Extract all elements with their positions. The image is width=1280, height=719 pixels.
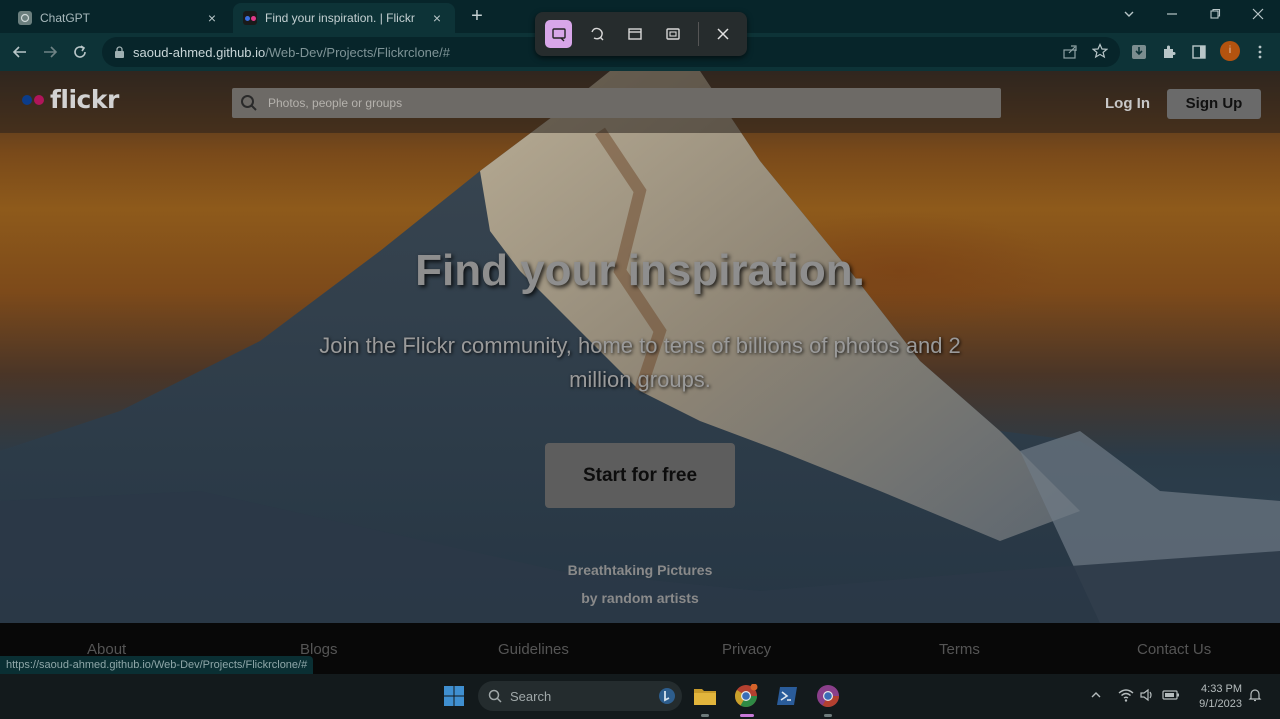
volume-icon[interactable] <box>1138 686 1156 704</box>
search-icon <box>488 689 502 703</box>
logo-wordmark: flickr <box>50 85 119 114</box>
hero-title: Find your inspiration. <box>415 246 865 295</box>
hero-subtitle: Join the Flickr community, home to tens … <box>319 333 961 392</box>
profile-avatar[interactable]: i <box>1220 41 1240 61</box>
chrome-canary-icon[interactable] <box>814 682 842 710</box>
tab-close-icon[interactable]: × <box>204 10 220 26</box>
search-box[interactable] <box>232 88 1001 118</box>
footer-link-contact[interactable]: Contact Us <box>1137 641 1211 658</box>
search-input[interactable] <box>268 96 968 110</box>
running-indicator <box>701 714 709 717</box>
active-app-indicator <box>740 714 754 717</box>
tab-title: Find your inspiration. | Flickr <box>265 11 415 25</box>
bookmark-star-icon[interactable] <box>1092 43 1108 59</box>
taskbar-search-label: Search <box>510 688 552 704</box>
more-menu-icon[interactable] <box>1250 42 1270 62</box>
lock-icon[interactable] <box>114 45 125 59</box>
extensions-puzzle-icon[interactable] <box>1159 42 1179 62</box>
tab-title: ChatGPT <box>40 11 91 25</box>
new-tab-button[interactable]: + <box>466 5 488 27</box>
url-host: saoud-ahmed.github.io <box>133 44 266 60</box>
powershell-icon[interactable] <box>773 682 801 710</box>
battery-icon[interactable] <box>1162 686 1180 704</box>
windows-start-icon[interactable] <box>440 682 468 710</box>
tab-chatgpt[interactable]: ChatGPT × <box>8 3 230 33</box>
snipping-toolbar <box>535 12 747 56</box>
tray-chevron-up-icon[interactable] <box>1087 686 1105 704</box>
flickr-logo[interactable]: flickr <box>22 85 119 114</box>
file-explorer-icon[interactable] <box>691 682 719 710</box>
logo-dot-blue <box>22 94 32 105</box>
footer-link-guidelines[interactable]: Guidelines <box>498 641 569 658</box>
restore-icon[interactable] <box>1200 3 1230 27</box>
back-arrow-icon[interactable] <box>9 41 31 63</box>
chrome-icon[interactable] <box>732 682 760 710</box>
running-indicator <box>824 714 832 717</box>
tab-flickr[interactable]: Find your inspiration. | Flickr × <box>233 3 455 33</box>
photo-credit-artist: by random artists <box>581 590 699 606</box>
clock-time: 4:33 PM <box>1201 683 1242 695</box>
side-panel-icon[interactable] <box>1189 42 1209 62</box>
clock-date: 9/1/2023 <box>1199 698 1242 710</box>
rectangle-snip-icon[interactable] <box>545 20 573 48</box>
signup-button[interactable]: Sign Up <box>1167 89 1261 119</box>
chatgpt-favicon-icon <box>18 11 32 25</box>
toolbar-divider <box>697 22 699 46</box>
windows-taskbar: Search 4:33 PM 9/1/2023 <box>0 674 1280 719</box>
start-for-free-button[interactable]: Start for free <box>545 443 735 508</box>
fullscreen-snip-icon[interactable] <box>660 20 687 48</box>
login-link[interactable]: Log In <box>1105 95 1150 112</box>
window-snip-icon[interactable] <box>621 20 648 48</box>
tab-search-chevron-icon[interactable] <box>1114 3 1144 27</box>
top-navigation: flickr Log In Sign Up <box>0 71 1280 133</box>
close-icon[interactable] <box>710 20 737 48</box>
wifi-icon[interactable] <box>1117 686 1135 704</box>
download-icon[interactable] <box>1129 42 1149 62</box>
tab-close-icon[interactable]: × <box>429 10 445 26</box>
flickr-page: flickr Log In Sign Up Find your inspirat… <box>0 71 1280 623</box>
window-close-icon[interactable] <box>1243 3 1273 27</box>
url-path: /Web-Dev/Projects/Flickrclone/# <box>265 44 450 60</box>
flickr-favicon-icon <box>243 11 257 25</box>
flickr-dots-icon <box>22 94 44 105</box>
system-clock[interactable]: 4:33 PM 9/1/2023 <box>1192 682 1242 712</box>
minimize-icon[interactable] <box>1157 3 1187 27</box>
taskbar-search[interactable]: Search <box>478 681 682 711</box>
search-icon <box>240 94 258 112</box>
logo-dot-pink <box>34 94 44 105</box>
footer-link-privacy[interactable]: Privacy <box>722 641 771 658</box>
photo-credit-title: Breathtaking Pictures <box>567 562 713 578</box>
forward-arrow-icon[interactable] <box>39 41 61 63</box>
reload-icon[interactable] <box>69 41 91 63</box>
bing-icon <box>658 687 676 705</box>
status-bar-url: https://saoud-ahmed.github.io/Web-Dev/Pr… <box>0 656 314 674</box>
footer-link-terms[interactable]: Terms <box>939 641 980 658</box>
share-icon[interactable] <box>1062 44 1078 60</box>
freeform-snip-icon[interactable] <box>583 20 610 48</box>
notification-bell-icon[interactable] <box>1246 686 1264 704</box>
